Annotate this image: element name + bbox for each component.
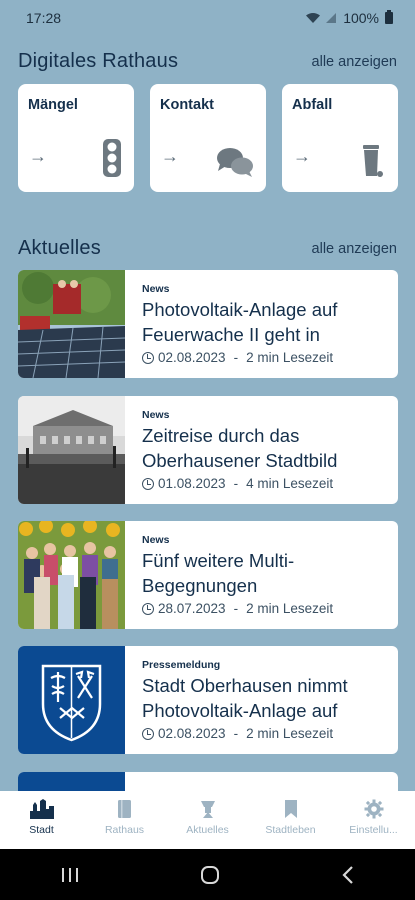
battery-icon (385, 10, 393, 24)
clock-icon (142, 602, 154, 615)
meta-separator: - (233, 476, 239, 491)
nav-item-einstellungen[interactable]: Einstellu... (332, 791, 415, 849)
nav-item-aktuelles[interactable]: Aktuelles (166, 791, 249, 849)
news-category: News (142, 283, 170, 295)
nav-label: Rathaus (104, 824, 145, 836)
news-date: 01.08.2023 (158, 476, 226, 491)
news-date: 02.08.2023 (158, 726, 226, 741)
news-title: Zeitreise durch das Oberhausener Stadtbi… (142, 425, 338, 471)
news-category: News (142, 534, 170, 546)
digital-section-title: Digitales Rathaus (18, 50, 179, 72)
tile-kontakt[interactable]: Kontakt → (150, 84, 266, 192)
status-bar: 17:28 100% (0, 0, 415, 36)
news-read-time: 4 min Lesezeit (246, 476, 334, 491)
battery-percent: 100% (343, 10, 379, 26)
news-read-time: 2 min Lesezeit (246, 726, 334, 741)
clock-icon (142, 351, 154, 364)
news-date: 28.07.2023 (158, 601, 226, 616)
news-body: News Fünf weitere Multi-Begegnungen 28.0… (125, 521, 398, 629)
arrow-right-icon: → (29, 146, 47, 166)
news-card[interactable]: Pressemeldung Stadt Oberhausen nimmt Pho… (18, 646, 398, 754)
tile-label: Mängel (28, 97, 78, 113)
news-image-stadtbild (18, 396, 125, 504)
megaphone-icon (200, 801, 215, 818)
city-crest-image (18, 646, 125, 754)
news-show-all-link[interactable]: alle anzeigen (312, 241, 397, 257)
signal-icon (326, 13, 337, 23)
home-icon[interactable] (200, 865, 220, 885)
bookmark-icon (284, 800, 297, 818)
arrow-right-icon: → (293, 146, 311, 166)
nav-item-rathaus[interactable]: Rathaus (83, 791, 166, 849)
arrow-right-icon: → (161, 146, 179, 166)
news-image-photovoltaik (18, 270, 125, 378)
nav-item-stadtleben[interactable]: Stadtleben (249, 791, 332, 849)
recent-apps-icon[interactable] (60, 866, 80, 884)
clock-icon (142, 477, 154, 490)
news-body: News Photovoltaik-Anlage auf Feuerwache … (125, 270, 398, 378)
status-icons (305, 12, 337, 24)
meta-separator: - (233, 726, 239, 741)
news-category: News (142, 409, 170, 421)
digital-section-header: Digitales Rathaus alle anzeigen (18, 50, 397, 73)
news-read-time: 2 min Lesezeit (246, 350, 334, 365)
traffic-light-icon (103, 139, 121, 177)
news-card[interactable]: News Zeitreise durch das Oberhausener St… (18, 396, 398, 504)
nav-label: Stadt (29, 824, 54, 836)
meta-separator: - (233, 601, 239, 616)
clock-icon (142, 727, 154, 740)
news-meta: 02.08.2023 - 2 min Lesezeit (142, 350, 398, 365)
system-navigation-bar (0, 849, 415, 900)
status-right: 100% (305, 10, 393, 26)
news-meta: 28.07.2023 - 2 min Lesezeit (142, 601, 398, 616)
bottom-navigation: Stadt Rathaus Aktuelles Stadtleben Einst… (0, 791, 415, 849)
nav-label: Einstellu... (349, 824, 398, 836)
news-card[interactable]: News Photovoltaik-Anlage auf Feuerwache … (18, 270, 398, 378)
news-card[interactable]: News Fünf weitere Multi-Begegnungen 28.0… (18, 521, 398, 629)
nav-item-stadt[interactable]: Stadt (0, 791, 83, 849)
news-image-group-photo (18, 521, 125, 629)
tile-maengel[interactable]: Mängel → (18, 84, 134, 192)
news-category: Pressemeldung (142, 659, 221, 671)
gear-icon (364, 799, 383, 819)
nav-label: Aktuelles (186, 824, 229, 836)
news-meta: 02.08.2023 - 2 min Lesezeit (142, 726, 398, 741)
status-time: 17:28 (26, 10, 62, 26)
news-section-title: Aktuelles (18, 237, 101, 259)
meta-separator: - (233, 350, 239, 365)
trash-bin-icon (363, 145, 383, 177)
tile-label: Abfall (292, 97, 333, 113)
digital-show-all-link[interactable]: alle anzeigen (312, 54, 397, 70)
news-date: 02.08.2023 (158, 350, 226, 365)
wifi-icon (306, 13, 321, 23)
tile-abfall[interactable]: Abfall → (282, 84, 398, 192)
digital-tiles: Mängel → Kontakt → Abfall → (18, 84, 398, 192)
news-title: Photovoltaik-Anlage auf Feuerwache II ge… (142, 299, 338, 345)
city-icon (29, 799, 54, 819)
news-body: News Zeitreise durch das Oberhausener St… (125, 396, 398, 504)
back-icon[interactable] (341, 865, 355, 885)
city-crest-icon (41, 664, 102, 742)
chat-bubbles-icon (217, 148, 253, 177)
news-read-time: 2 min Lesezeit (246, 601, 334, 616)
news-title: Stadt Oberhausen nimmt Photovoltaik-Anla… (142, 675, 348, 721)
news-section-header: Aktuelles alle anzeigen (18, 237, 397, 260)
book-icon (117, 800, 131, 818)
tile-label: Kontakt (160, 97, 214, 113)
nav-label: Stadtleben (265, 824, 316, 836)
news-meta: 01.08.2023 - 4 min Lesezeit (142, 476, 398, 491)
news-body: Pressemeldung Stadt Oberhausen nimmt Pho… (125, 646, 398, 754)
news-title: Fünf weitere Multi-Begegnungen (142, 550, 295, 596)
